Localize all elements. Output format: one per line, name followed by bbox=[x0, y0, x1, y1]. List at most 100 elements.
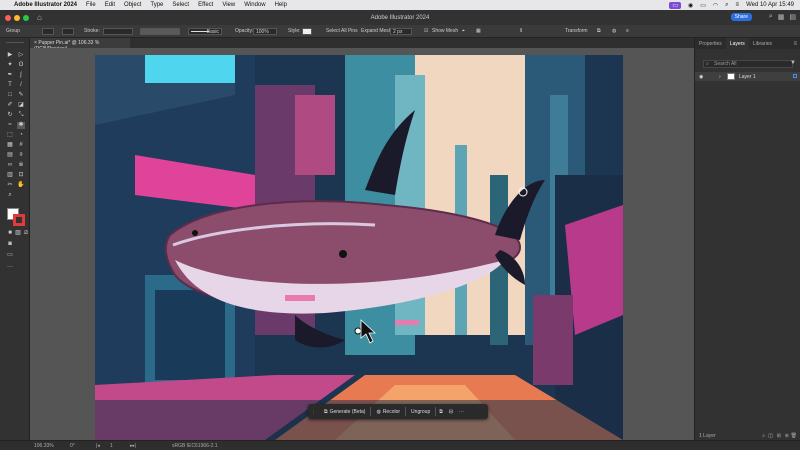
eraser-tool-icon[interactable]: ◪ bbox=[17, 102, 25, 109]
ungroup-button[interactable]: Ungroup bbox=[406, 406, 435, 417]
lock-icon[interactable]: ⊟ bbox=[446, 409, 456, 415]
artwork-whale-city[interactable] bbox=[95, 55, 623, 440]
document-tab[interactable]: × Pupper Pin.ai* @ 106.33 % (RGB/Preview… bbox=[30, 38, 130, 52]
puppet-warp-tool-icon[interactable]: ✱ bbox=[17, 122, 25, 129]
wifi-icon[interactable]: ◠ bbox=[713, 2, 718, 9]
lasso-tool-icon[interactable]: ʘ bbox=[17, 62, 25, 69]
recolor-button[interactable]: ◍ Recolor bbox=[371, 406, 405, 417]
next-artboard-icon[interactable]: ▸▸| bbox=[130, 443, 136, 449]
width-tool-icon[interactable]: ≈ bbox=[6, 122, 14, 129]
recolor-artwork-icon[interactable]: ◍ bbox=[612, 28, 616, 34]
make-clipping-mask-icon[interactable]: ◫ bbox=[768, 433, 773, 439]
line-tool-icon[interactable]: / bbox=[17, 82, 25, 89]
blend-tool-icon[interactable]: ∞ bbox=[6, 162, 14, 169]
magic-wand-tool-icon[interactable]: ✦ bbox=[6, 62, 14, 69]
none-mode-icon[interactable]: ⧄ bbox=[22, 230, 30, 237]
layer-row[interactable]: ◉ › Layer 1 bbox=[695, 72, 800, 81]
eyedropper-tool-icon[interactable]: ⌽ bbox=[17, 152, 25, 159]
paintbrush-tool-icon[interactable]: ✎ bbox=[17, 92, 25, 99]
color-mode-icon[interactable]: ■ bbox=[6, 230, 14, 237]
graphic-style-swatch[interactable] bbox=[302, 28, 312, 35]
layer-target-icon[interactable] bbox=[793, 74, 797, 78]
menu-select[interactable]: Select bbox=[172, 2, 189, 8]
type-tool-icon[interactable]: T bbox=[6, 82, 14, 89]
shaper-tool-icon[interactable]: ✐ bbox=[6, 102, 14, 109]
color-profile-status[interactable]: sRGB IEC61966-2.1 bbox=[172, 443, 218, 449]
filter-icon[interactable]: ▼ bbox=[790, 60, 796, 66]
menu-extra-icon[interactable]: ▭ bbox=[669, 1, 681, 9]
new-sublayer-icon[interactable]: ⊞ bbox=[777, 433, 781, 439]
duplicate-icon[interactable]: ⧉ bbox=[436, 409, 446, 415]
opacity-field[interactable]: 100% bbox=[253, 28, 277, 35]
hand-tool-icon[interactable]: ✋ bbox=[17, 182, 25, 189]
selection-tool-icon[interactable]: ▶ bbox=[6, 52, 14, 59]
edit-toolbar-icon[interactable]: ··· bbox=[6, 264, 14, 271]
mesh-tool-icon[interactable]: # bbox=[17, 142, 25, 149]
menu-object[interactable]: Object bbox=[124, 2, 141, 8]
search-icon[interactable]: ⌕ bbox=[769, 13, 773, 21]
delete-layer-icon[interactable]: 🗑 bbox=[791, 433, 797, 439]
curvature-tool-icon[interactable]: ∫ bbox=[17, 72, 25, 79]
pen-tool-icon[interactable]: ✒ bbox=[6, 72, 14, 79]
locate-object-icon[interactable]: ⌕ bbox=[762, 433, 765, 439]
column-graph-tool-icon[interactable]: ▥ bbox=[6, 172, 14, 179]
tab-properties[interactable]: Properties bbox=[695, 38, 726, 49]
menu-type[interactable]: Type bbox=[150, 2, 163, 8]
free-transform-tool-icon[interactable]: ⬚ bbox=[6, 132, 14, 139]
control-bar-menu-icon[interactable]: ≡ bbox=[626, 28, 629, 34]
align-icon[interactable]: ⫴ bbox=[520, 28, 522, 34]
first-artboard-icon[interactable]: |◂ bbox=[96, 443, 100, 449]
menu-help[interactable]: Help bbox=[275, 2, 287, 8]
scale-tool-icon[interactable]: ⤡ bbox=[17, 112, 25, 119]
control-center-icon[interactable]: ≡ bbox=[736, 2, 740, 8]
align-to-icon[interactable]: ▦ bbox=[476, 28, 481, 34]
layer-name[interactable]: Layer 1 bbox=[739, 74, 756, 80]
menubar-clock[interactable]: Wed 10 Apr 15:49 bbox=[746, 2, 794, 8]
puppet-warp-icon[interactable]: ⌖ bbox=[462, 28, 465, 34]
tab-layers[interactable]: Layers bbox=[725, 38, 749, 49]
arrange-documents-icon[interactable]: ▤ bbox=[789, 13, 796, 21]
menu-edit[interactable]: Edit bbox=[105, 2, 115, 8]
menu-file[interactable]: File bbox=[86, 2, 96, 8]
expand-mesh-field[interactable]: 2 px bbox=[390, 28, 412, 35]
gradient-mode-icon[interactable]: ▨ bbox=[14, 230, 22, 237]
perspective-grid-tool-icon[interactable]: ▦ bbox=[6, 142, 14, 149]
slice-tool-icon[interactable]: ✂ bbox=[6, 182, 14, 189]
tab-libraries[interactable]: Libraries bbox=[749, 38, 776, 49]
stroke-weight-field[interactable] bbox=[103, 28, 133, 35]
panel-menu-icon[interactable]: ≡ bbox=[793, 38, 800, 49]
opacity-label[interactable]: Opacity: bbox=[235, 28, 253, 34]
puppet-pin-shape[interactable] bbox=[192, 230, 198, 236]
gradient-tool-icon[interactable]: ▤ bbox=[6, 152, 14, 159]
select-all-pins-button[interactable]: Select All Pins bbox=[326, 28, 358, 34]
shape-builder-tool-icon[interactable]: ◔ bbox=[17, 132, 25, 139]
share-button[interactable]: Share bbox=[730, 13, 752, 21]
battery-icon[interactable]: ▭ bbox=[700, 2, 706, 9]
menu-app-name[interactable]: Adobe Illustrator 2024 bbox=[14, 2, 77, 8]
menu-effect[interactable]: Effect bbox=[198, 2, 213, 8]
menu-window[interactable]: Window bbox=[244, 2, 265, 8]
workspace-switcher-icon[interactable]: ▦ bbox=[778, 13, 785, 21]
puppet-pin-shape[interactable] bbox=[354, 327, 362, 335]
menu-view[interactable]: View bbox=[222, 2, 235, 8]
zoom-level-field[interactable]: 106.33% bbox=[34, 443, 54, 449]
layers-search-input[interactable]: Search All bbox=[703, 60, 793, 68]
visibility-eye-icon[interactable]: ◉ bbox=[699, 74, 703, 80]
variable-width-profile[interactable] bbox=[140, 28, 180, 35]
isolate-group-icon[interactable]: ⧉ bbox=[597, 28, 601, 34]
brush-definition-dropdown[interactable]: Basic bbox=[188, 28, 222, 35]
stroke-swatch[interactable] bbox=[62, 28, 74, 35]
rotation-field[interactable]: 0° bbox=[70, 443, 75, 449]
generate-beta-button[interactable]: ⧉ Generate (Beta) bbox=[319, 406, 370, 417]
artboard-number-field[interactable]: 1 bbox=[110, 443, 113, 449]
show-mesh-checkbox[interactable]: ☑ bbox=[424, 28, 428, 34]
expand-chevron-icon[interactable]: › bbox=[719, 74, 721, 80]
stroke-color-swatch[interactable] bbox=[13, 214, 25, 226]
screen-mode-icon[interactable]: ▭ bbox=[6, 252, 14, 259]
draw-mode-icon[interactable]: ◙ bbox=[6, 241, 14, 248]
artboard[interactable] bbox=[95, 55, 623, 440]
rotate-tool-icon[interactable]: ↻ bbox=[6, 112, 14, 119]
spotlight-icon[interactable]: ⌕ bbox=[725, 2, 728, 9]
artboard-tool-icon[interactable]: ⊡ bbox=[17, 172, 25, 179]
new-layer-icon[interactable]: ⊕ bbox=[785, 433, 789, 439]
